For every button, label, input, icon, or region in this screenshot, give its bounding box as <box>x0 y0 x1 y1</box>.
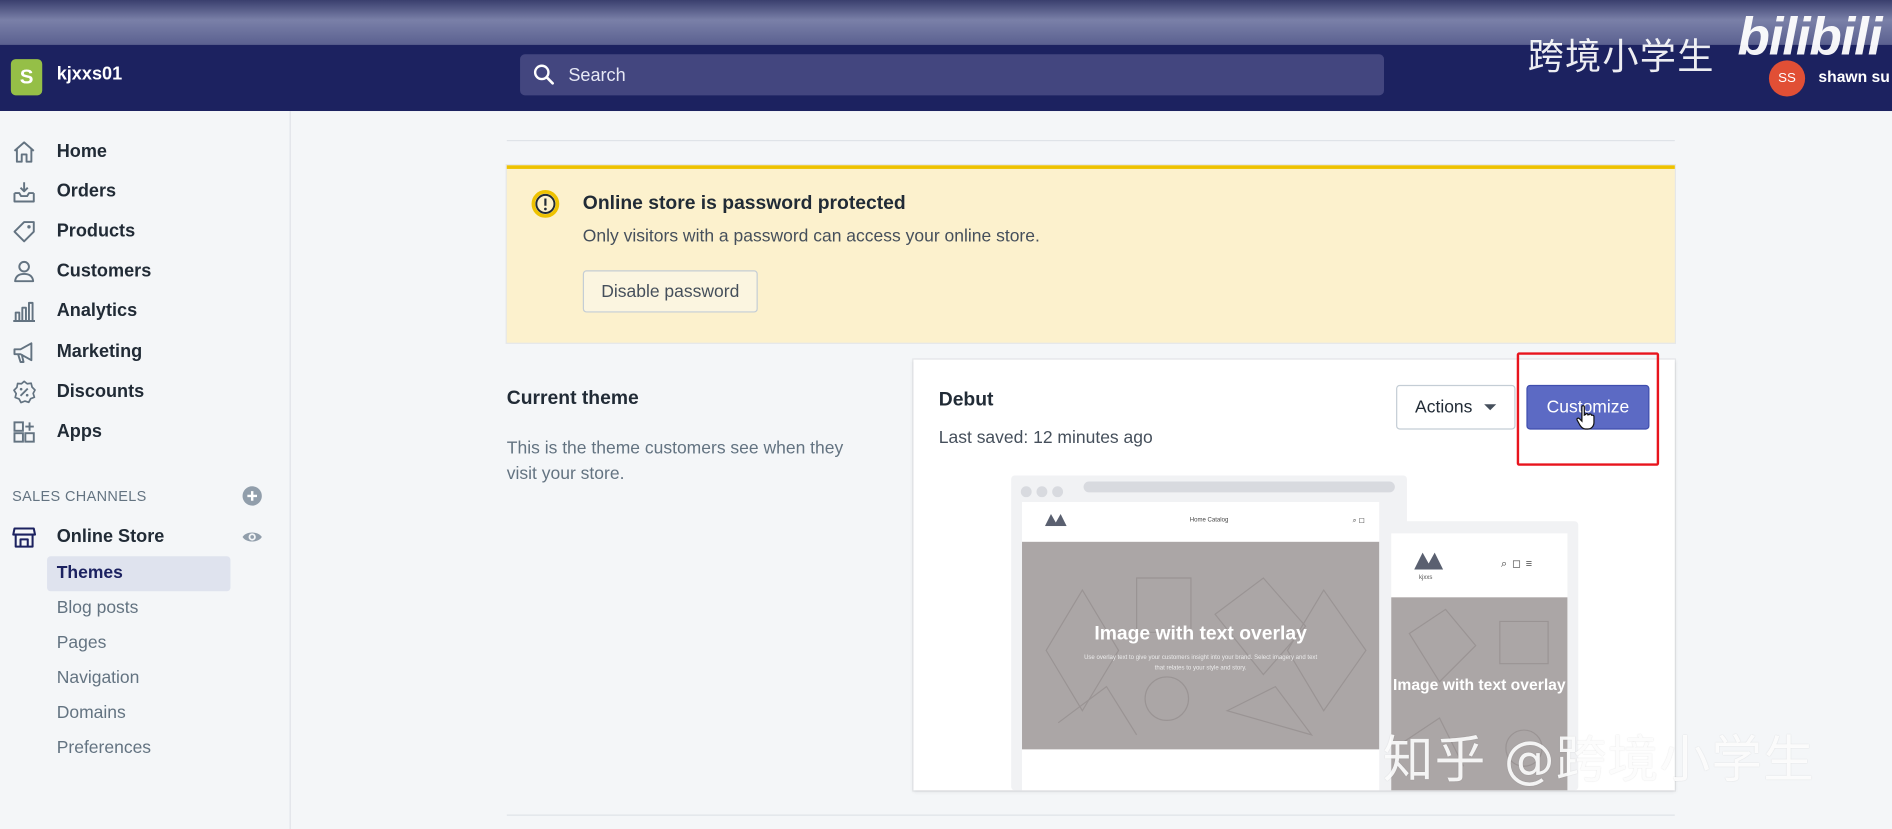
tag-icon <box>13 221 35 243</box>
sales-channels-heading: SALES CHANNELS <box>12 487 147 505</box>
divider <box>506 139 1675 142</box>
add-channel-icon[interactable] <box>241 485 263 507</box>
banner-text: Only visitors with a password can access… <box>582 226 1040 247</box>
sidebar-item-label: Discounts <box>56 381 145 402</box>
sidebar-subitem-label: Blog posts <box>56 598 139 618</box>
preview-hero-title: Image with text overlay <box>1094 623 1307 645</box>
watermark-text: 跨境小学生 <box>1527 36 1715 79</box>
avatar[interactable]: SS <box>1768 60 1806 97</box>
sidebar-item-label: Apps <box>56 421 102 442</box>
sidebar-item-label: Customers <box>56 260 152 282</box>
disable-password-button[interactable]: Disable password <box>582 270 758 313</box>
sidebar-subitem-label: Themes <box>56 563 123 583</box>
theme-preview-desktop[interactable]: Home Catalog ⌕ ◻ Image with text overlay… <box>1011 475 1407 791</box>
sidebar-subitem-label: Domains <box>56 703 126 723</box>
sidebar-item-label: Online Store <box>56 526 165 547</box>
bilibili-logo: bilibili <box>1737 7 1883 67</box>
search-bar[interactable] <box>520 54 1385 96</box>
preview-url-bar <box>1083 481 1395 493</box>
sidebar-subitem-label: Navigation <box>56 668 140 688</box>
preview-hero-image: Image with text overlay Use overlay text… <box>1022 541 1380 750</box>
sidebar-item-products[interactable]: Products <box>0 214 290 250</box>
preview-mobile-logo-text: kjxxs <box>1418 574 1433 582</box>
home-icon <box>13 141 35 163</box>
sidebar-subitem-label: Preferences <box>56 738 152 758</box>
user-name[interactable]: shawn su <box>1818 68 1889 86</box>
preview-logo-icon <box>1044 514 1067 527</box>
current-theme-title: Current theme <box>506 388 639 410</box>
window-dots <box>1020 481 1068 503</box>
sidebar-item-label: Analytics <box>56 300 138 321</box>
watermark-bottom: 知乎 @跨境小学生 <box>1382 730 1816 790</box>
last-saved-text: Last saved: 12 minutes ago <box>938 428 1153 448</box>
caret-down-icon <box>1484 404 1497 411</box>
search-input[interactable] <box>565 63 1368 87</box>
sidebar-item-label: Orders <box>56 181 117 202</box>
megaphone-icon <box>13 342 33 363</box>
sidebar-item-analytics[interactable]: Analytics <box>0 293 290 329</box>
sidebar-item-label: Marketing <box>56 341 143 363</box>
sidebar-item-marketing[interactable]: Marketing <box>0 334 290 370</box>
sidebar-subitem-blog-posts[interactable]: Blog posts <box>47 591 230 626</box>
sidebar-item-customers[interactable]: Customers <box>0 253 290 289</box>
apps-icon <box>13 421 35 443</box>
search-icon <box>533 64 554 85</box>
eye-icon[interactable] <box>241 526 263 548</box>
sidebar-subitem-pages[interactable]: Pages <box>47 626 230 661</box>
sidebar-subitem-themes[interactable]: Themes <box>47 556 231 592</box>
preview-mobile-logo-icon <box>1414 552 1444 570</box>
sidebar-item-home[interactable]: Home <box>0 134 290 170</box>
bar-chart-icon <box>13 301 35 322</box>
theme-name: Debut <box>938 389 994 411</box>
password-warning-banner <box>506 165 1675 343</box>
current-theme-description: This is the theme customers see when the… <box>506 439 844 484</box>
preview-mobile-header-icons: ⌕◻≡ <box>1501 557 1537 570</box>
preview-mobile-hero-title: Image with text overlay <box>1393 675 1566 694</box>
app-window: S kjxxs01 跨境小学生 bilibili SS shawn su Hom… <box>0 0 1892 829</box>
divider <box>506 814 1675 816</box>
orders-icon <box>13 182 35 203</box>
store-name[interactable]: kjxxs01 <box>57 64 122 85</box>
actions-dropdown-button[interactable]: Actions <box>1396 384 1516 430</box>
hand-cursor-icon <box>1576 405 1595 430</box>
sidebar-item-apps[interactable]: Apps <box>0 414 290 450</box>
preview-header-icons: ⌕ ◻ <box>1352 517 1365 525</box>
preview-hero-subtitle: Use overlay text to give your customers … <box>1084 654 1318 673</box>
actions-label: Actions <box>1415 397 1473 417</box>
person-icon <box>14 260 35 283</box>
sidebar-subitem-preferences[interactable]: Preferences <box>47 731 230 766</box>
warning-icon <box>531 190 560 218</box>
store-icon <box>12 527 37 548</box>
sidebar-item-orders[interactable]: Orders <box>0 174 290 210</box>
banner-title: Online store is password protected <box>582 193 906 214</box>
sidebar-item-discounts[interactable]: Discounts <box>0 374 290 410</box>
discount-icon <box>13 380 36 404</box>
shopify-logo-icon[interactable]: S <box>10 59 43 96</box>
sidebar-subitem-domains[interactable]: Domains <box>47 696 230 731</box>
sidebar-item-label: Home <box>56 141 108 162</box>
preview-nav: Home Catalog <box>1189 516 1229 524</box>
sidebar-subitem-navigation[interactable]: Navigation <box>47 661 230 696</box>
sidebar-subitem-label: Pages <box>56 633 107 653</box>
sidebar-item-label: Products <box>56 220 136 242</box>
